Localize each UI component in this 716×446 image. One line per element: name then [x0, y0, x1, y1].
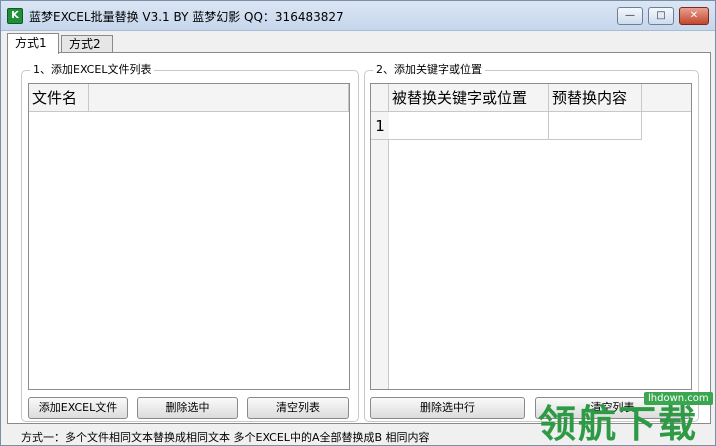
minimize-button[interactable]: — — [617, 7, 643, 25]
row-number[interactable]: 1 — [371, 112, 389, 140]
row-header-column — [371, 112, 389, 389]
tab-content-mode-1: 1、添加EXCEL文件列表 文件名 添加EXCEL文件 删除选中 清空列表 2、… — [7, 52, 711, 424]
file-list-group-title: 1、添加EXCEL文件列表 — [30, 62, 155, 78]
keyword-grid[interactable]: 被替换关键字或位置 预替换内容 1 — [370, 83, 692, 390]
tab-mode-1[interactable]: 方式1 — [7, 33, 59, 54]
file-list-group: 1、添加EXCEL文件列表 文件名 添加EXCEL文件 删除选中 清空列表 — [21, 62, 359, 422]
column-header-filler — [642, 84, 691, 112]
delete-selected-row-button[interactable]: 删除选中行 — [370, 397, 525, 419]
clear-file-list-button[interactable]: 清空列表 — [247, 397, 349, 419]
window-title: 蓝梦EXCEL批量替换 V3.1 BY 蓝梦幻影 QQ：316483827 — [29, 10, 344, 24]
column-header-filename[interactable]: 文件名 — [29, 84, 89, 112]
maximize-button[interactable]: □ — [648, 7, 674, 25]
keyword-group-title: 2、添加关键字或位置 — [373, 62, 485, 78]
keyword-group: 2、添加关键字或位置 被替换关键字或位置 预替换内容 1 删除选中行 清空列表 — [364, 62, 699, 422]
column-header-replacement[interactable]: 预替换内容 — [549, 84, 642, 112]
app-window: K 蓝梦EXCEL批量替换 V3.1 BY 蓝梦幻影 QQ：316483827 … — [0, 0, 716, 446]
keyword-cell[interactable] — [389, 112, 549, 140]
title-bar[interactable]: K 蓝梦EXCEL批量替换 V3.1 BY 蓝梦幻影 QQ：316483827 … — [1, 1, 715, 31]
add-excel-file-button[interactable]: 添加EXCEL文件 — [28, 397, 128, 419]
excel-app-icon: K — [7, 8, 23, 24]
replacement-cell[interactable] — [549, 112, 642, 140]
file-list-grid[interactable]: 文件名 — [28, 83, 350, 390]
delete-selected-button[interactable]: 删除选中 — [137, 397, 238, 419]
corner-header — [371, 84, 389, 112]
column-header-empty — [89, 84, 349, 112]
watermark-url: lhdown.com — [644, 392, 713, 405]
status-description: 方式一：多个文件相同文本替换成相同文本 多个EXCEL中的A全部替换成B 相同内… — [21, 431, 430, 444]
watermark-logo: 领航下载 lhdown.com — [532, 389, 713, 446]
tab-mode-2[interactable]: 方式2 — [61, 35, 113, 53]
column-header-keyword[interactable]: 被替换关键字或位置 — [389, 84, 549, 112]
close-button[interactable]: ✕ — [679, 7, 709, 25]
